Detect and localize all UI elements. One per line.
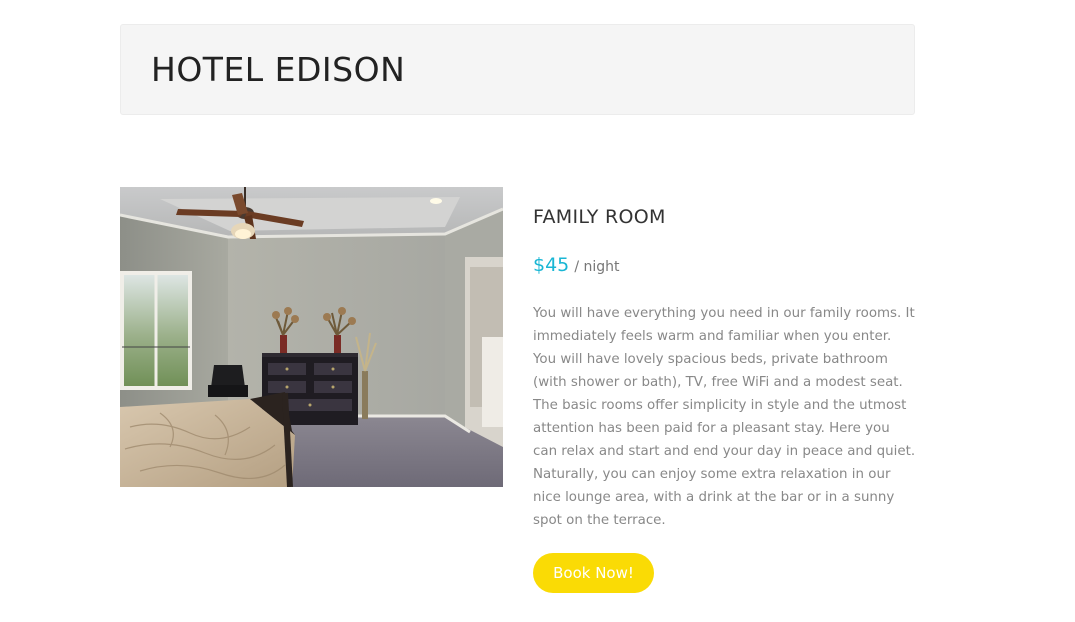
price-line: $45 / night — [533, 254, 620, 276]
room-title: FAMILY ROOM — [533, 206, 666, 228]
book-now-button[interactable]: Book Now! — [533, 553, 654, 593]
hotel-header: HOTEL EDISON — [120, 24, 915, 115]
hotel-title: HOTEL EDISON — [151, 50, 406, 89]
room-photo — [120, 187, 503, 487]
bedroom-photo-illustration — [120, 187, 503, 487]
price-unit: / night — [574, 259, 620, 275]
room-description: You will have everything you need in our… — [533, 306, 916, 528]
room-price: $45 — [533, 254, 570, 276]
